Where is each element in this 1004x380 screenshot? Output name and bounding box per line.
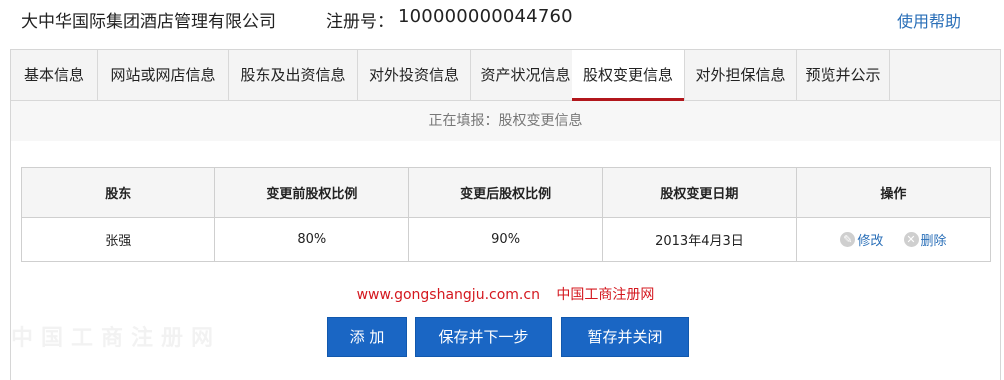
help-link[interactable]: 使用帮助 xyxy=(897,8,961,32)
site-footnote: www.gongshangju.com.cn 中国工商注册网 xyxy=(11,284,1000,304)
column-header-change-date: 股权变更日期 xyxy=(602,167,797,218)
delete-button[interactable]: ✕ 删除 xyxy=(903,230,947,249)
site-name: 中国工商注册网 xyxy=(556,287,655,303)
tab-bar: 基本信息 网站或网店信息 股东及出资信息 对外投资信息 资产状况信息 股权变更信… xyxy=(11,50,1000,101)
tab-shareholder-info[interactable]: 股东及出资信息 xyxy=(229,50,358,100)
delete-label: 删除 xyxy=(920,234,947,249)
pencil-icon: ✎ xyxy=(840,232,856,247)
registration-number: 100000000044760 xyxy=(398,6,573,27)
tab-equity-change-info[interactable]: 股权变更信息 xyxy=(572,50,685,101)
tab-guarantee-info[interactable]: 对外担保信息 xyxy=(685,50,797,100)
close-icon: ✕ xyxy=(903,232,919,247)
cell-before-ratio: 80% xyxy=(214,217,410,262)
column-header-before-ratio: 变更前股权比例 xyxy=(214,167,410,218)
tab-asset-info[interactable]: 资产状况信息 xyxy=(471,50,581,100)
cell-after-ratio: 90% xyxy=(408,217,603,262)
watermark: 中国工商注册网 xyxy=(11,326,222,351)
tab-investment-info[interactable]: 对外投资信息 xyxy=(358,50,471,100)
cell-change-date: 2013年4月3日 xyxy=(602,217,797,262)
table-header-row: 股东 变更前股权比例 变更后股权比例 股权变更日期 操作 xyxy=(20,167,992,218)
tab-website-info[interactable]: 网站或网店信息 xyxy=(98,50,229,100)
site-url: www.gongshangju.com.cn xyxy=(356,287,540,303)
top-bar: 大中华国际集团酒店管理有限公司 注册号： 100000000044760 使用帮… xyxy=(0,0,1004,40)
edit-button[interactable]: ✎ 修改 xyxy=(840,230,883,249)
company-name: 大中华国际集团酒店管理有限公司 xyxy=(21,12,276,32)
add-button[interactable]: 添 加 xyxy=(327,317,407,357)
column-header-shareholder: 股东 xyxy=(20,167,216,218)
save-next-button[interactable]: 保存并下一步 xyxy=(415,317,552,357)
equity-change-table: 股东 变更前股权比例 变更后股权比例 股权变更日期 操作 张强 80% 90% … xyxy=(20,167,992,262)
tab-preview-publish[interactable]: 预览并公示 xyxy=(797,50,890,100)
column-header-after-ratio: 变更后股权比例 xyxy=(408,167,603,218)
cell-shareholder: 张强 xyxy=(20,217,216,262)
cell-actions: ✎ 修改 ✕ 删除 xyxy=(795,217,992,262)
filling-status: 正在填报：股权变更信息 xyxy=(11,101,1000,141)
column-header-actions: 操作 xyxy=(795,167,992,218)
tab-basic-info[interactable]: 基本信息 xyxy=(11,50,98,100)
registration-label: 注册号： xyxy=(326,12,394,32)
main-panel: 基本信息 网站或网店信息 股东及出资信息 对外投资信息 资产状况信息 股权变更信… xyxy=(10,49,1001,380)
edit-label: 修改 xyxy=(857,234,884,249)
save-close-button[interactable]: 暂存并关闭 xyxy=(561,317,689,357)
table-row: 张强 80% 90% 2013年4月3日 ✎ 修改 ✕ 删除 xyxy=(20,217,992,262)
